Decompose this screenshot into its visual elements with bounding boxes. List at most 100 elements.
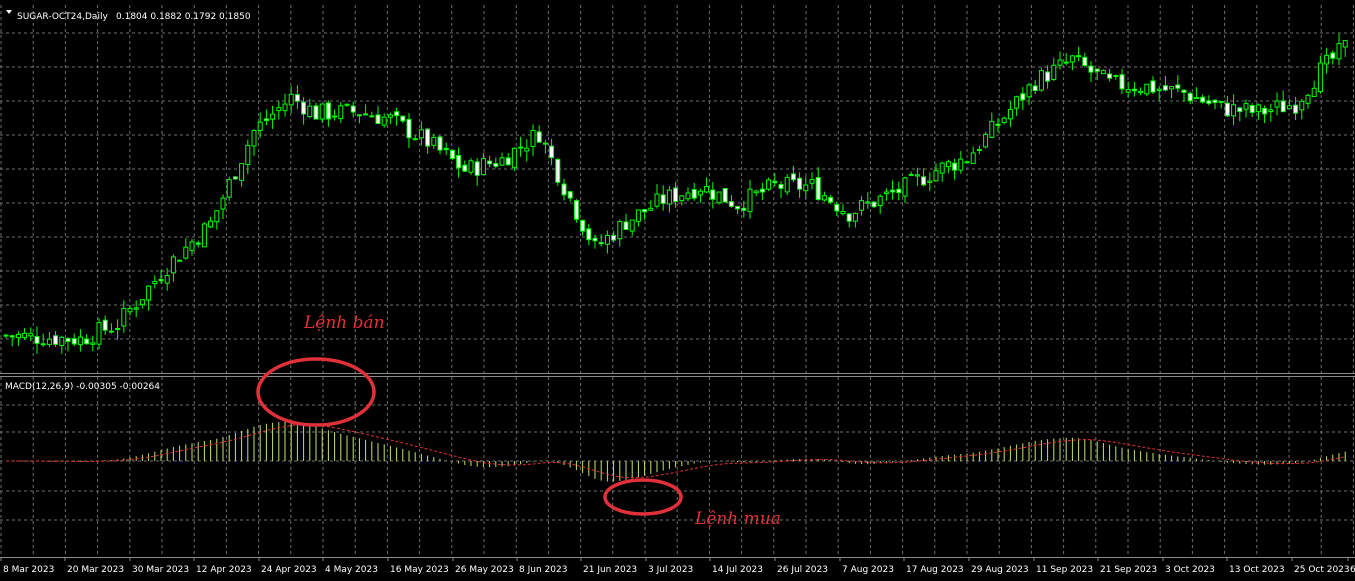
candle-body bbox=[394, 111, 400, 117]
candle-body bbox=[722, 187, 728, 203]
candle-body bbox=[518, 146, 524, 149]
candle-body bbox=[1237, 107, 1243, 113]
candle-body bbox=[1014, 96, 1020, 109]
candle-body bbox=[1336, 43, 1342, 60]
time-tick-label: 30 Mar 2023 bbox=[132, 565, 189, 575]
candle-body bbox=[1162, 85, 1168, 91]
candle-body bbox=[493, 163, 499, 167]
candle-body bbox=[251, 129, 257, 147]
candle-body bbox=[834, 204, 840, 212]
time-tick-label: 16 May 2023 bbox=[390, 565, 449, 575]
candle-body bbox=[567, 191, 573, 199]
candle-body bbox=[945, 161, 951, 168]
price-chart[interactable]: 8 Mar 2023 20 Mar 2023 30 Mar 2023 12 Apr 2… bbox=[0, 0, 1355, 581]
candle-body bbox=[1076, 55, 1082, 58]
candle-body bbox=[1156, 88, 1162, 91]
candle-body bbox=[338, 105, 344, 120]
time-tick-label: 7 Aug 2023 bbox=[842, 565, 894, 575]
candle-body bbox=[152, 280, 158, 285]
candle-body bbox=[1150, 80, 1156, 93]
candle-body bbox=[1187, 92, 1193, 102]
candle-body bbox=[1274, 100, 1280, 108]
candle-body bbox=[158, 278, 164, 282]
candle-body bbox=[679, 195, 685, 202]
candle-body bbox=[939, 162, 945, 174]
candle-body bbox=[170, 256, 176, 274]
candle-body bbox=[115, 327, 121, 330]
candle-body bbox=[418, 129, 424, 139]
candle-body bbox=[164, 274, 170, 284]
candle-body bbox=[976, 149, 982, 152]
candle-body bbox=[208, 220, 214, 228]
candle-body bbox=[629, 219, 635, 232]
candle-body bbox=[1181, 89, 1187, 93]
candle-body bbox=[704, 186, 710, 193]
time-tick-label: 14 Jul 2023 bbox=[712, 565, 763, 575]
candle-body bbox=[524, 147, 530, 152]
candle-body bbox=[927, 180, 933, 183]
candle-body bbox=[691, 189, 697, 199]
candle-body bbox=[1125, 89, 1131, 93]
candle-body bbox=[84, 338, 90, 345]
candle-body bbox=[474, 161, 480, 176]
candle-body bbox=[505, 157, 511, 166]
candle-body bbox=[96, 322, 102, 345]
candle-body bbox=[220, 197, 226, 210]
candle-body bbox=[1094, 68, 1100, 72]
candle-body bbox=[381, 116, 387, 126]
candle-body bbox=[859, 200, 865, 211]
candle-body bbox=[449, 149, 455, 160]
candle-body bbox=[1088, 65, 1094, 73]
chart-ohlc-readout: 0.1804 0.1882 0.1792 0.1850 bbox=[116, 12, 251, 22]
time-tick-label: 13 Oct 2023 bbox=[1229, 565, 1285, 575]
candle-body bbox=[747, 188, 753, 213]
candle-body bbox=[741, 207, 747, 211]
candle-body bbox=[846, 213, 852, 222]
candle-body bbox=[871, 201, 877, 208]
candle-body bbox=[995, 123, 1001, 127]
candle-body bbox=[1063, 61, 1069, 64]
candle-body bbox=[1212, 99, 1218, 104]
candle-body bbox=[319, 103, 325, 120]
candle-body bbox=[22, 332, 28, 338]
candle-body bbox=[270, 113, 276, 120]
candle-body bbox=[288, 93, 294, 106]
candle-body bbox=[121, 307, 127, 327]
candle-body bbox=[716, 191, 722, 204]
candle-body bbox=[803, 184, 809, 192]
candle-body bbox=[1069, 55, 1075, 63]
candle-body bbox=[766, 179, 772, 190]
candle-body bbox=[1032, 85, 1038, 92]
candle-body bbox=[325, 102, 331, 120]
time-tick-label: 3 Jul 2023 bbox=[648, 565, 693, 575]
candle-body bbox=[139, 299, 145, 306]
candle-body bbox=[1175, 84, 1181, 89]
candle-body bbox=[462, 164, 468, 172]
candle-body bbox=[611, 235, 617, 241]
candle-body bbox=[914, 174, 920, 177]
candle-body bbox=[263, 118, 269, 122]
candle-body bbox=[313, 105, 319, 120]
candle-body bbox=[1280, 100, 1286, 113]
candle-body bbox=[790, 173, 796, 181]
candlestick-series bbox=[3, 33, 1348, 354]
candle-body bbox=[685, 192, 691, 200]
candle-body bbox=[1007, 108, 1013, 120]
time-axis: 8 Mar 2023 20 Mar 2023 30 Mar 2023 12 Apr 2… bbox=[0, 557, 1355, 575]
candle-body bbox=[530, 129, 536, 147]
candle-body bbox=[728, 201, 734, 207]
candle-body bbox=[375, 114, 381, 125]
candle-body bbox=[1107, 73, 1113, 79]
candle-body bbox=[480, 158, 486, 176]
candle-body bbox=[933, 170, 939, 182]
candle-body bbox=[1138, 90, 1144, 94]
candle-body bbox=[1001, 117, 1007, 124]
candle-body bbox=[555, 158, 561, 183]
candle-body bbox=[1113, 75, 1119, 78]
symbol-dropdown-icon[interactable] bbox=[6, 10, 12, 14]
candle-body bbox=[1020, 93, 1026, 101]
time-tick-label: 24 Apr 2023 bbox=[261, 565, 317, 575]
candle-body bbox=[642, 209, 648, 213]
candle-body bbox=[778, 184, 784, 189]
candle-body bbox=[71, 338, 77, 345]
